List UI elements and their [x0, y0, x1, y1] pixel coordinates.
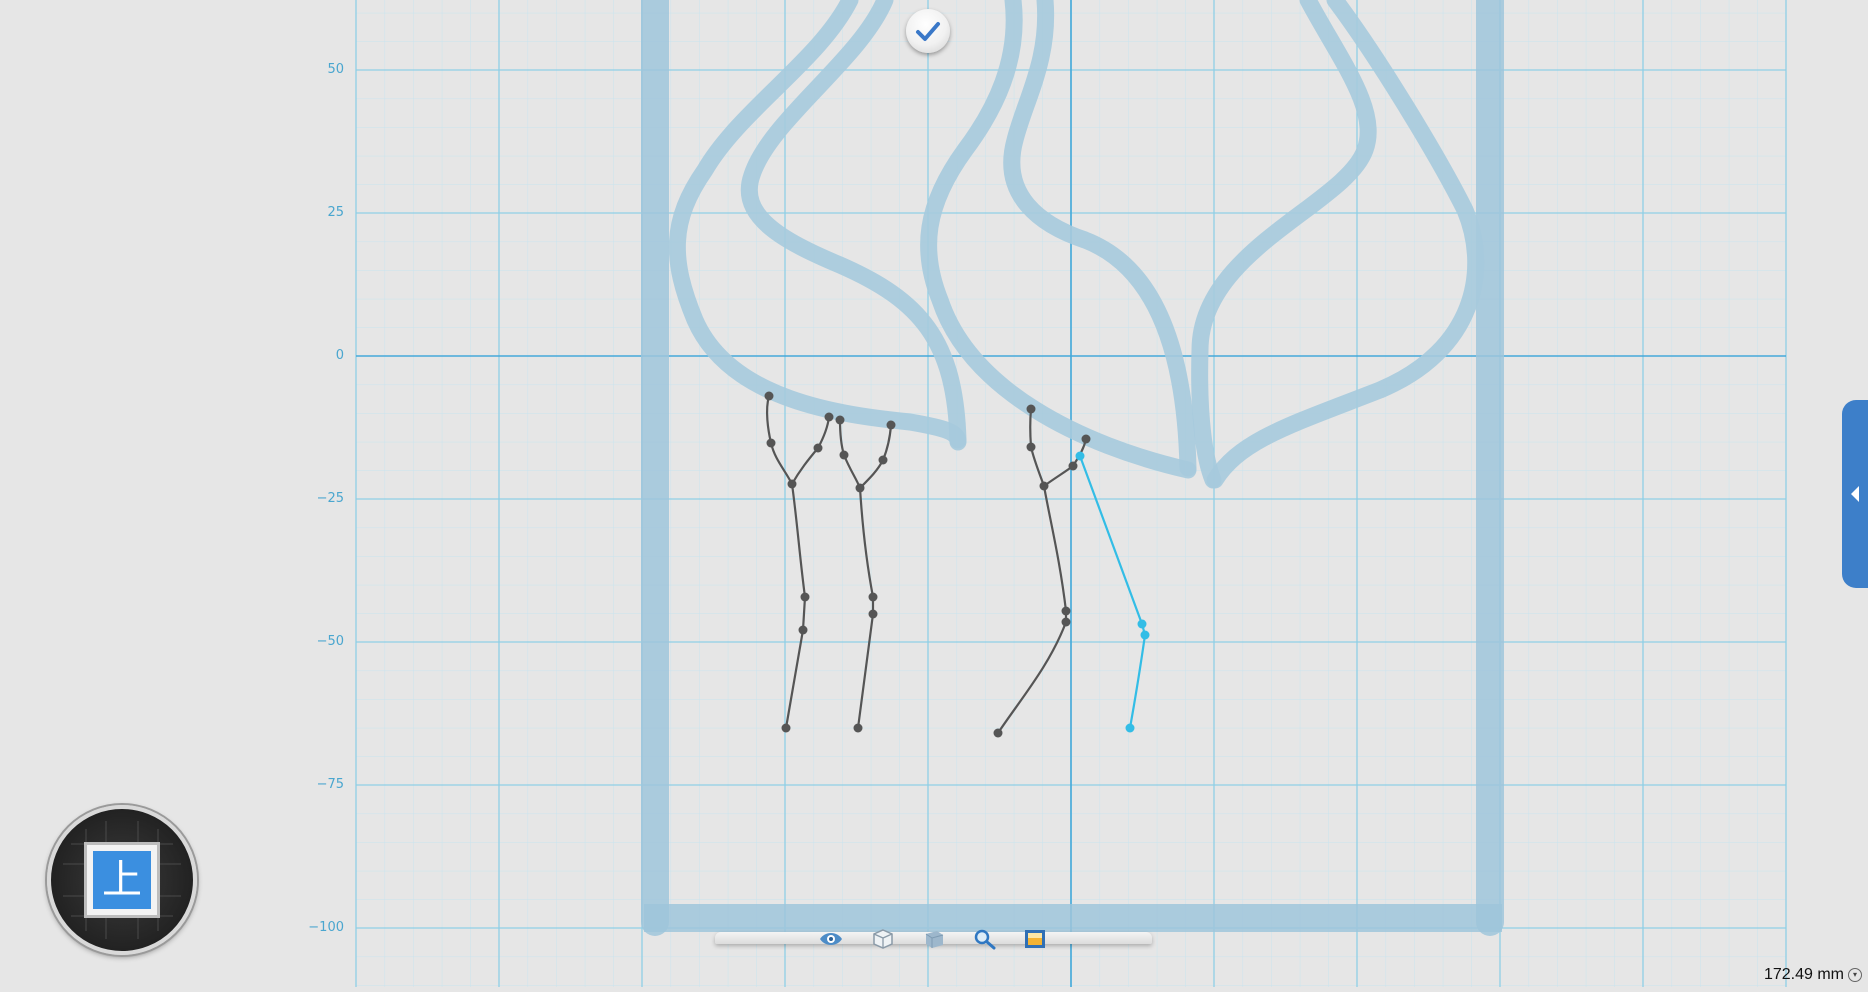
side-panel-toggle[interactable]: [1842, 400, 1868, 588]
checkmark-icon: [916, 22, 940, 41]
view-icon[interactable]: [818, 928, 844, 950]
image-frame-icon[interactable]: [1022, 928, 1048, 950]
y-axis-label: 0: [335, 348, 344, 363]
measurement-value: 172.49 mm: [1763, 966, 1844, 983]
chevron-left-icon: [1851, 486, 1859, 502]
y-axis-label: −100: [308, 920, 344, 935]
cube-icon[interactable]: [870, 928, 896, 950]
shaded-box-icon[interactable]: [921, 928, 947, 950]
chevron-down-icon[interactable]: ▾: [1848, 967, 1862, 982]
confirm-button[interactable]: [906, 9, 950, 53]
view-cube-top-label: 上: [93, 851, 151, 909]
view-cube-face[interactable]: 上: [84, 842, 160, 918]
view-cube[interactable]: 上: [47, 805, 197, 955]
design-viewport[interactable]: 50 25 0 −25 −50 −75 −100: [0, 0, 1868, 987]
y-axis-label: −75: [316, 777, 344, 792]
y-axis-label: −25: [316, 491, 344, 506]
y-axis-label: −50: [316, 634, 344, 649]
magnify-icon[interactable]: [972, 928, 998, 950]
design-canvas[interactable]: [0, 0, 1868, 987]
measurement-readout: 172.49 mm ▾: [1764, 966, 1862, 984]
y-axis-label: 50: [327, 62, 344, 77]
y-axis-label: 25: [327, 205, 344, 220]
